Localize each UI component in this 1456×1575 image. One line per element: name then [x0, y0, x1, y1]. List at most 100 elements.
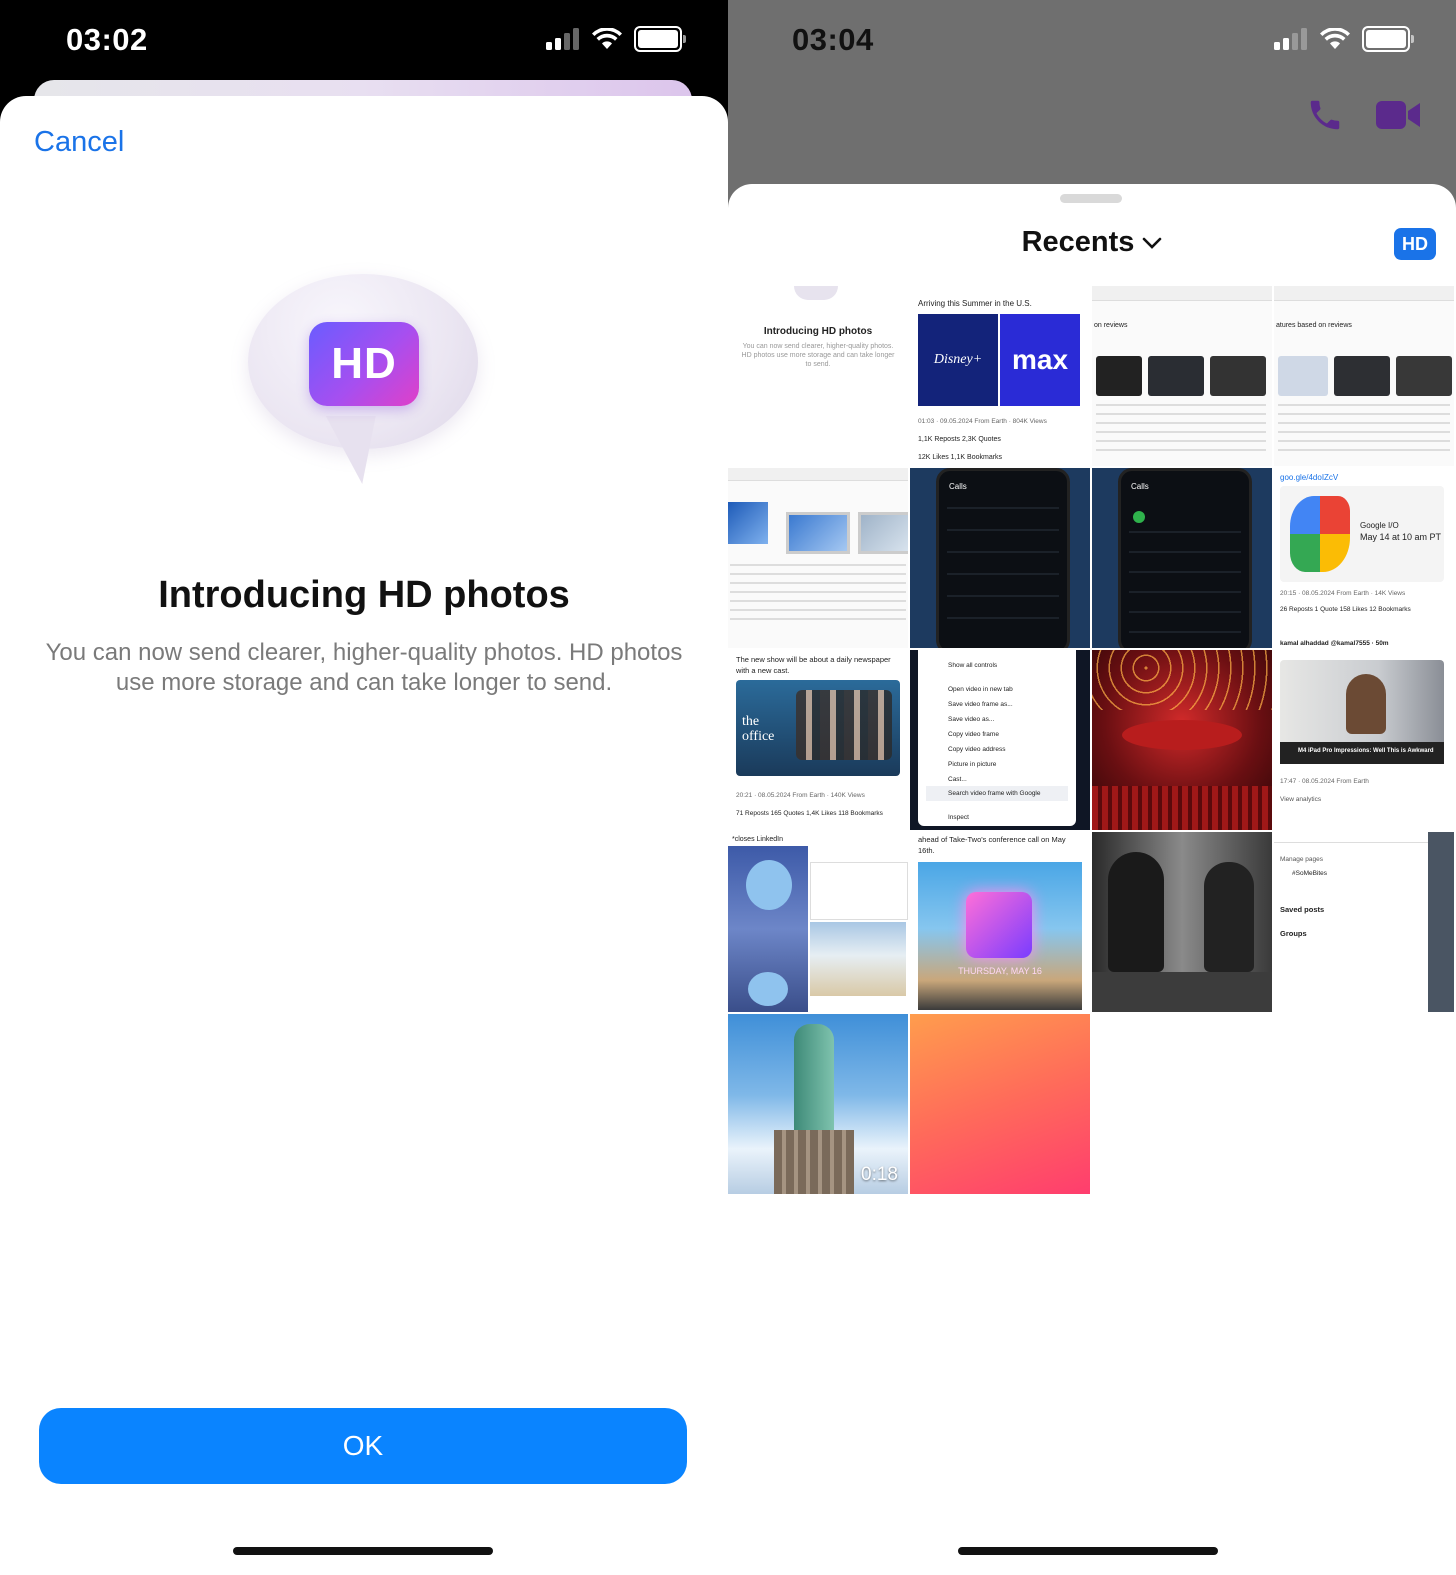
add-favorite-icon	[1133, 511, 1145, 523]
call-list	[1129, 531, 1241, 637]
photo-thumbnail[interactable]	[1092, 650, 1272, 830]
status-bar: 03:04	[728, 0, 1456, 80]
product-text	[1096, 404, 1266, 454]
thumbnail-text: 26 Reposts 1 Quote 158 Likes 12 Bookmark…	[1280, 606, 1411, 613]
thumbnail-text: 12K Likes 1,1K Bookmarks	[918, 454, 1003, 461]
laptop-image	[1210, 356, 1266, 396]
context-menu-screenshot: Show all controls Open video in new tab …	[918, 650, 1076, 826]
thumbnail-text: Introducing HD photos	[763, 326, 873, 337]
menu-item: Cast...	[948, 776, 967, 783]
tweet-card	[810, 862, 908, 920]
thumbnail-text: *closes LinkedIn	[732, 836, 783, 843]
cast-photo	[796, 690, 892, 760]
menu-item: Inspect	[948, 814, 969, 821]
thumbnail-text: 1,1K Reposts 2,3K Quotes	[918, 436, 1001, 443]
wifi-icon	[592, 28, 622, 49]
thumbnail-text: Groups	[1280, 929, 1307, 938]
menu-item: Open video in new tab	[948, 686, 1013, 693]
ok-button[interactable]: OK	[39, 1408, 687, 1484]
photo-thumbnail[interactable]: on reviews	[1092, 286, 1272, 466]
phone-screenshot: Calls	[936, 468, 1070, 648]
thumbnail-text: on reviews	[1094, 322, 1128, 329]
photo-thumbnail[interactable]: Calls	[910, 468, 1090, 648]
thumbnail-text: Calls	[949, 482, 967, 491]
wifi-icon	[1320, 28, 1350, 49]
photo-thumbnail[interactable]	[910, 1014, 1090, 1194]
album-selector[interactable]: Recents	[728, 226, 1456, 259]
laptop-image	[1096, 356, 1142, 396]
status-icons	[546, 26, 686, 52]
thumbnail-text: goo.gle/4doIZcV	[1280, 473, 1339, 482]
menu-item: Save video frame as...	[948, 701, 1013, 708]
thumbnail-text: #SoMeBites	[1292, 870, 1328, 877]
thumbnail-text: Google I/O	[1360, 521, 1399, 530]
photo-thumbnail[interactable]: ahead of Take-Two's conference call on M…	[910, 832, 1090, 1012]
thumbnail-text: M4 iPad Pro Impressions: Well This is Aw…	[1298, 748, 1434, 754]
thumbnail-text: 17:47 · 08.05.2024 From Earth	[1280, 778, 1369, 785]
person-image	[1346, 674, 1386, 734]
photo-picker-sheet: Recents HD Introducing HD photos You can…	[728, 184, 1456, 1575]
stage-lights	[1092, 650, 1272, 710]
intro-title: Introducing HD photos	[158, 574, 570, 616]
table	[1092, 972, 1272, 1012]
photo-thumbnail[interactable]: Calls	[1092, 468, 1272, 648]
cartoon-image	[728, 846, 808, 1012]
status-bar: 03:02	[0, 0, 728, 80]
thumbnail-text: kamal alhaddad @kamal7555 · 50m	[1280, 640, 1389, 647]
photo-thumbnail[interactable]: goo.gle/4doIZcV Google I/O May 14 at 10 …	[1274, 468, 1454, 648]
intro-sheet: Cancel HD Introducing HD photos You can …	[0, 96, 728, 1575]
thumbnail-text: 20:21 · 08.05.2024 From Earth · 140K Vie…	[736, 792, 865, 799]
max-logo: max	[1000, 314, 1080, 406]
person-image	[1204, 862, 1254, 972]
photo-thumbnail[interactable]: M4 iPad Pro Impressions: Well This is Aw…	[1274, 650, 1454, 830]
menu-item: Copy video frame	[948, 731, 999, 738]
photo-thumbnail[interactable]	[728, 468, 908, 648]
thumbnail-text: Arriving this Summer in the U.S.	[918, 299, 1032, 308]
menu-item: Search video frame with Google	[926, 786, 1068, 801]
hd-intro-screen: 03:02 Cancel HD Introducing HD photos Yo…	[0, 0, 728, 1575]
menu-item: Picture in picture	[948, 761, 997, 768]
video-thumbnail[interactable]: 0:18	[728, 1014, 908, 1194]
photo-thumbnail[interactable]	[1092, 832, 1272, 1012]
photo-thumbnail[interactable]: atures based on reviews	[1274, 286, 1454, 466]
call-actions	[1306, 96, 1422, 134]
thumbnail-text: May 14 at 10 am PT	[1360, 532, 1442, 542]
photo-thumbnail[interactable]: Show all controls Open video in new tab …	[910, 650, 1090, 830]
status-time: 03:02	[66, 22, 148, 57]
google-io-graphic	[1290, 496, 1350, 572]
laptop-image	[1148, 356, 1204, 396]
laptop-image	[1396, 356, 1452, 396]
phone-icon[interactable]	[1306, 96, 1344, 134]
photo-thumbnail[interactable]: Manage pages #SoMeBites Saved posts Grou…	[1274, 832, 1454, 1012]
photo-thumbnail[interactable]: Arriving this Summer in the U.S. Disney+…	[910, 286, 1090, 466]
photo-thumbnail[interactable]: *closes LinkedIn	[728, 832, 908, 1012]
thumbnail-text: Saved posts	[1280, 905, 1325, 914]
home-indicator[interactable]	[233, 1547, 493, 1555]
hd-toggle-button[interactable]: HD	[1394, 228, 1436, 260]
cancel-button[interactable]: Cancel	[34, 126, 124, 159]
thumbnail-text: 20:15 · 08.05.2024 From Earth · 14K View…	[1280, 590, 1406, 597]
photo-thumbnail[interactable]: The new show will be about a daily newsp…	[728, 650, 908, 830]
statue-pedestal	[774, 1130, 854, 1194]
phone-screenshot: Calls	[1118, 468, 1252, 648]
thumbnail-text: The new show will be about a daily newsp…	[736, 655, 891, 675]
browser-bar	[1274, 286, 1454, 301]
video-icon[interactable]	[1376, 98, 1422, 132]
thumbnail-text: 71 Reposts 165 Quotes 1,4K Likes 118 Boo…	[736, 810, 883, 817]
photo-thumbnail[interactable]: Introducing HD photos You can now send c…	[728, 286, 908, 466]
sheet-grabber[interactable]	[1060, 194, 1122, 203]
stage	[1122, 720, 1242, 750]
thumbnail-text: ahead of Take-Two's conference call on M…	[918, 835, 1066, 855]
call-list	[947, 507, 1059, 637]
home-indicator[interactable]	[958, 1547, 1218, 1555]
laptop-image	[858, 512, 908, 554]
thumbnail-text: View analytics	[1280, 796, 1322, 803]
status-icons	[1274, 26, 1414, 52]
gta-vi-announcement: THURSDAY, MAY 16	[918, 862, 1082, 1010]
thumbnail-text: Manage pages	[1280, 856, 1324, 863]
thumbnail-text: THURSDAY, MAY 16	[958, 966, 1042, 976]
battery-icon	[634, 26, 686, 52]
laptop-image	[728, 502, 768, 544]
photo-picker-screen: 03:04 Recents HD Introducing HD photos Y…	[728, 0, 1456, 1575]
google-io-card: Google I/O May 14 at 10 am PT	[1280, 486, 1444, 582]
